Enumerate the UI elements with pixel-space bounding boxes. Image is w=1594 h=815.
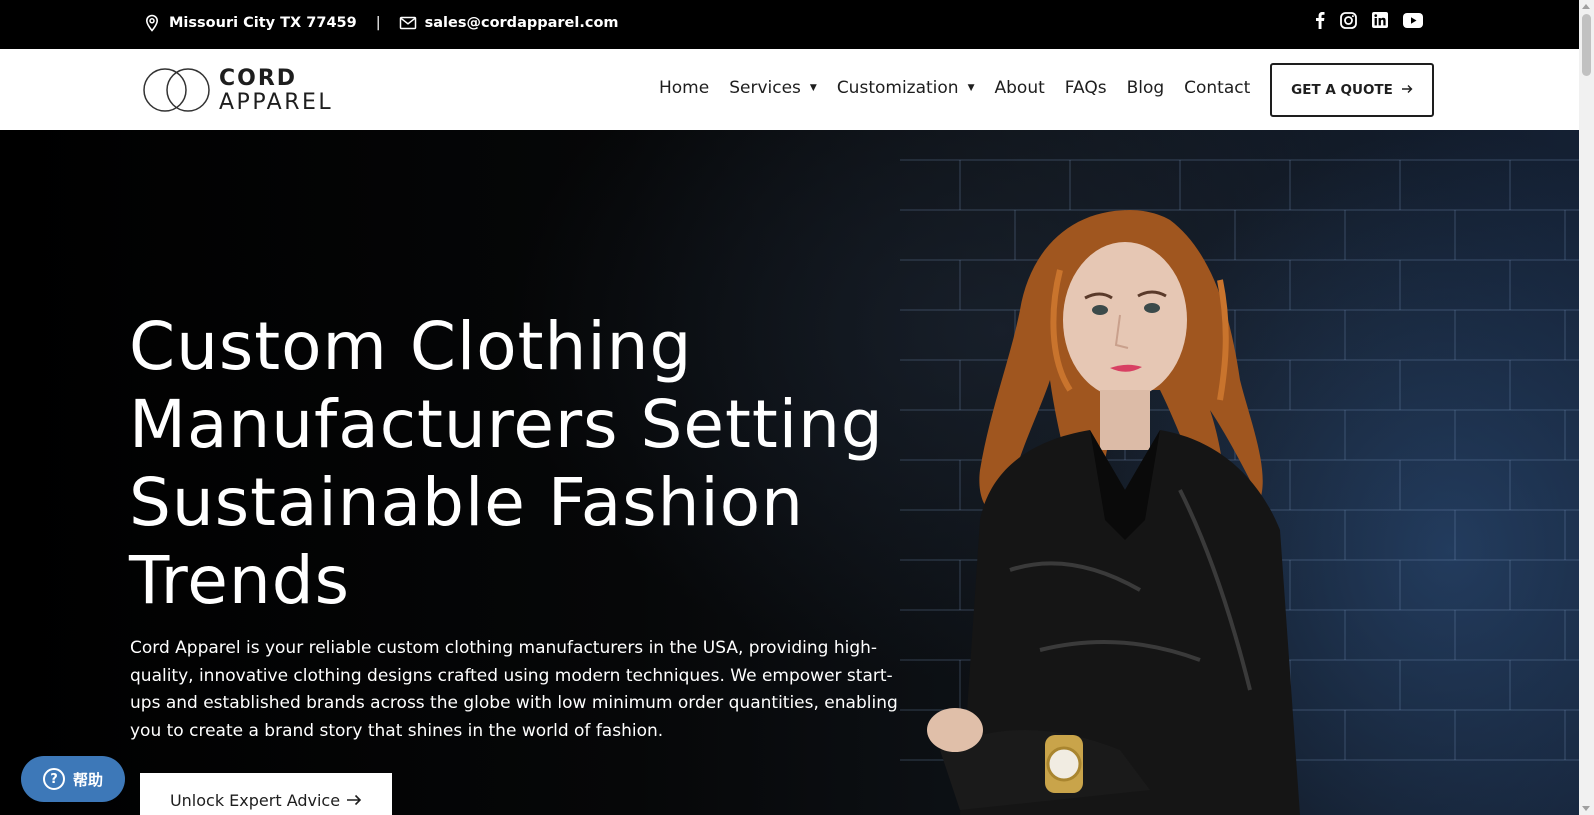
location-pin-icon	[143, 14, 161, 32]
logo-line-2: APPAREL	[219, 90, 334, 115]
caret-down-icon: ▼	[809, 83, 817, 93]
nav-home[interactable]: Home	[659, 78, 709, 98]
linkedin-icon[interactable]	[1372, 12, 1388, 32]
unlock-expert-advice-button[interactable]: Unlock Expert Advice	[140, 773, 392, 815]
scroll-up-arrow-icon[interactable]	[1582, 4, 1590, 9]
hero-title-line-1: Custom Clothing	[129, 308, 693, 385]
get-a-quote-button[interactable]: GET A QUOTE	[1270, 63, 1434, 117]
hero-title: Custom Clothing Manufacturers Setting Su…	[129, 308, 929, 620]
contact-info: Missouri City TX 77459 | sales@cordappar…	[143, 14, 619, 32]
cta-label: Unlock Expert Advice	[169, 791, 341, 810]
youtube-icon[interactable]	[1403, 12, 1423, 32]
site-header: CORD APPAREL Home Services ▼ Customizati…	[0, 49, 1579, 130]
nav-services-label: Services	[729, 78, 801, 98]
instagram-icon[interactable]	[1340, 11, 1357, 33]
model-woman-image	[927, 210, 1300, 815]
social-links	[1315, 11, 1438, 33]
hero-section: Custom Clothing Manufacturers Setting Su…	[0, 130, 1579, 815]
nav-customization-label: Customization	[836, 78, 959, 98]
page-scrollbar[interactable]	[1579, 0, 1594, 815]
help-widget-button[interactable]: ? 帮助	[21, 756, 125, 802]
help-label: 帮助	[72, 770, 103, 789]
question-circle-icon: ?	[42, 768, 65, 790]
nav-blog[interactable]: Blog	[1127, 78, 1165, 98]
top-bar: Missouri City TX 77459 | sales@cordappar…	[0, 0, 1579, 49]
hero-title-line-2: Manufacturers Setting	[129, 386, 884, 463]
main-navigation: Home Services ▼ Customization ▼ About FA…	[659, 78, 1270, 98]
scroll-down-arrow-icon[interactable]	[1582, 806, 1590, 811]
hero-title-line-4: Trends	[129, 542, 351, 619]
hero-description: Cord Apparel is your reliable custom clo…	[130, 638, 898, 741]
envelope-icon	[399, 14, 417, 32]
logo-line-1: CORD	[219, 66, 298, 91]
caret-down-icon: ▼	[967, 83, 975, 93]
cord-apparel-logo[interactable]: CORD APPAREL	[143, 65, 335, 115]
scrollbar-thumb[interactable]	[1582, 14, 1591, 76]
quote-label: GET A QUOTE	[1291, 82, 1393, 98]
arrow-right-icon	[1401, 82, 1413, 98]
address-text: Missouri City TX 77459	[169, 15, 357, 31]
facebook-icon[interactable]	[1315, 11, 1325, 33]
nav-about[interactable]: About	[995, 78, 1045, 98]
arrow-right-icon	[346, 791, 362, 810]
separator: |	[375, 15, 381, 31]
email-link[interactable]: sales@cordapparel.com	[425, 15, 619, 31]
logo-wordmark: CORD APPAREL	[219, 65, 333, 114]
nav-customization[interactable]: Customization ▼	[837, 78, 975, 98]
hero-title-line-3: Sustainable Fashion	[129, 464, 804, 541]
nav-faqs[interactable]: FAQs	[1065, 78, 1107, 98]
nav-services[interactable]: Services ▼	[729, 78, 817, 98]
nav-contact[interactable]: Contact	[1184, 78, 1250, 98]
